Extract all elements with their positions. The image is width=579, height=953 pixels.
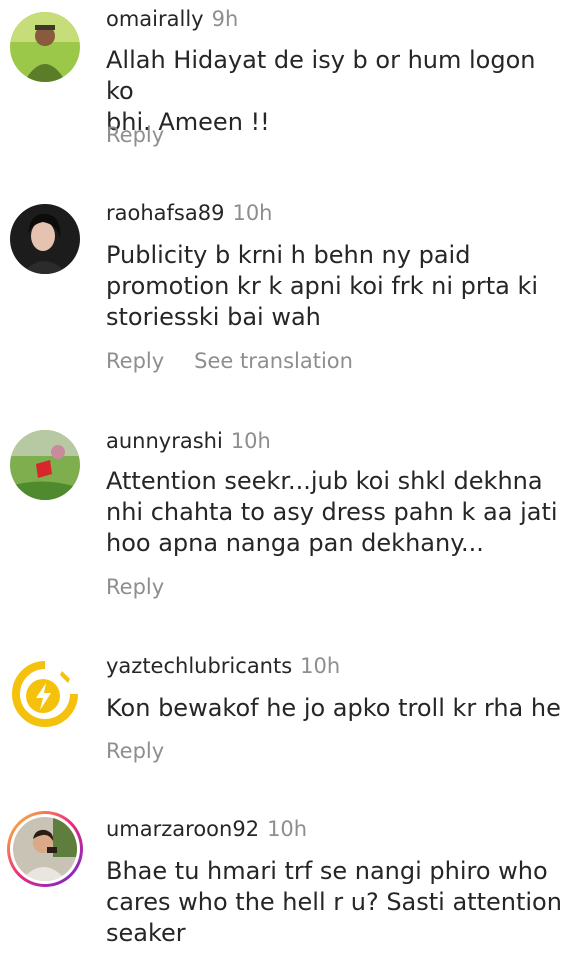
comment-item: omairally 9h Allah Hidayat de isy b or hu… xyxy=(0,0,579,170)
comment-text-line: bhi. Ameen !! xyxy=(106,108,270,136)
comment-text-line: Kon bewakof he jo apko troll kr rha he xyxy=(106,694,561,722)
comment-timestamp: 10h xyxy=(300,654,341,678)
avatar-photo-icon xyxy=(13,817,77,881)
comment-item: yaztechlubricants 10h Kon bewakof he jo a… xyxy=(0,645,579,785)
avatar-story-ring[interactable] xyxy=(7,811,83,887)
comment-timestamp: 9h xyxy=(211,7,239,31)
lightning-logo-icon xyxy=(12,661,78,727)
avatar xyxy=(10,814,80,884)
comment-item: raohafsa89 10h Publicity b krni h behn ny… xyxy=(0,190,579,400)
reply-button[interactable]: Reply xyxy=(106,739,164,763)
comment-text-line: Attention seekr...jub koi shkl dekhna xyxy=(106,467,543,495)
comment-text: Attention seekr...jub koi shkl dekhna nh… xyxy=(106,466,568,559)
avatar[interactable] xyxy=(10,204,80,274)
comment-text-line: hoo apna nanga pan dekhany... xyxy=(106,529,484,557)
comment-username[interactable]: raohafsa89 xyxy=(106,201,224,225)
comment-text-line: storiesski bai wah xyxy=(106,303,321,331)
comment-text-line: Publicity b krni h behn ny paid xyxy=(106,241,471,269)
reply-button[interactable]: Reply xyxy=(106,349,164,373)
avatar-photo-icon xyxy=(10,430,80,500)
see-translation-button[interactable]: See translation xyxy=(194,349,353,373)
comment-text-line: seaker xyxy=(106,919,186,947)
reply-button[interactable]: Reply xyxy=(106,575,164,599)
comment-timestamp: 10h xyxy=(267,817,308,841)
avatar[interactable] xyxy=(10,430,80,500)
comment-text: Publicity b krni h behn ny paid promotio… xyxy=(106,240,568,333)
comment-text-line: Allah Hidayat de isy b or hum logon ko xyxy=(106,46,536,105)
comment-text: Bhae tu hmari trf se nangi phiro who car… xyxy=(106,856,568,949)
comment-text-line: nhi chahta to asy dress pahn k aa jati xyxy=(106,498,558,526)
comment-username[interactable]: umarzaroon92 xyxy=(106,817,259,841)
avatar-photo-icon xyxy=(10,204,80,274)
comment-username[interactable]: omairally xyxy=(106,7,204,31)
comment-text-line: Bhae tu hmari trf se nangi phiro who xyxy=(106,857,548,885)
avatar[interactable] xyxy=(10,659,80,729)
comment-text: Allah Hidayat de isy b or hum logon ko b… xyxy=(106,45,568,138)
comment-text-line: cares who the hell r u? Sasti attention xyxy=(106,888,562,916)
comment-text: Kon bewakof he jo apko troll kr rha he xyxy=(106,693,568,724)
comment-text-line: promotion kr k apni koi frk ni prta ki xyxy=(106,272,539,300)
comment-timestamp: 10h xyxy=(232,201,273,225)
comment-timestamp: 10h xyxy=(230,429,271,453)
avatar[interactable] xyxy=(10,12,80,82)
avatar-photo-icon xyxy=(10,12,80,82)
reply-button[interactable]: Reply xyxy=(106,123,164,147)
comment-username[interactable]: aunnyrashi xyxy=(106,429,223,453)
comment-item: umarzaroon92 10h Bhae tu hmari trf se nan… xyxy=(0,808,579,953)
comment-username[interactable]: yaztechlubricants xyxy=(106,654,292,678)
comment-item: aunnyrashi 10h Attention seekr...jub koi … xyxy=(0,418,579,618)
